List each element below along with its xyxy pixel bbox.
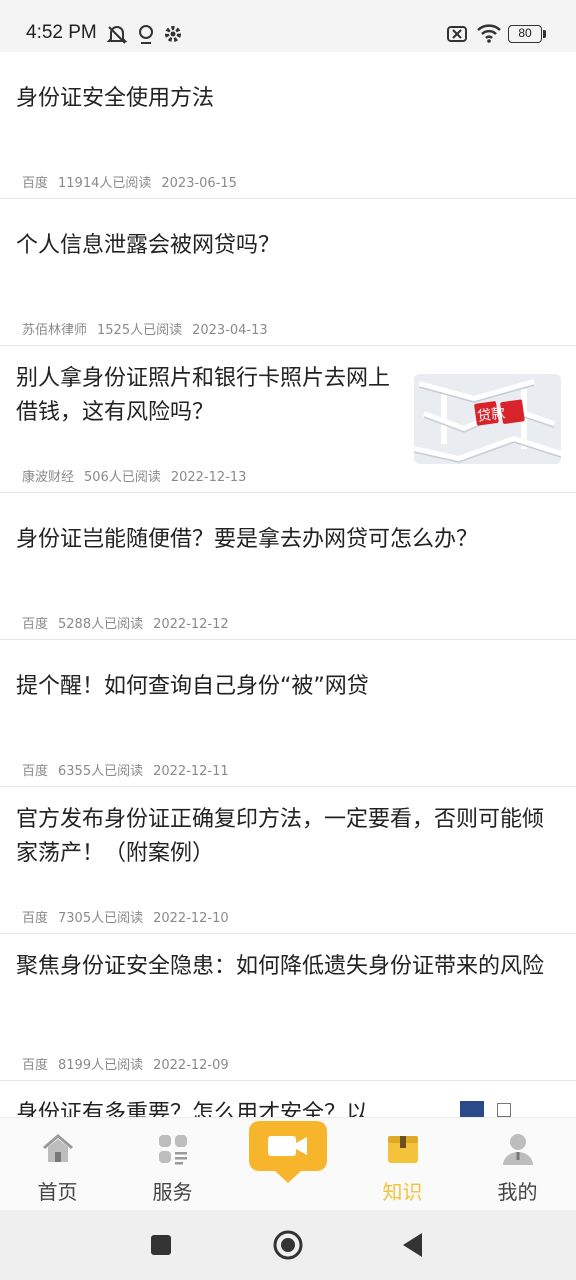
article-meta: 百度 8199人已阅读 2022-12-09 (22, 1054, 239, 1073)
battery-level: 80 (518, 26, 532, 40)
article-item[interactable]: 个人信息泄露会被网贷吗？ 苏佰林律师 1525人已阅读 2023-04-13 (0, 199, 576, 346)
article-source: 百度 (22, 764, 49, 779)
article-thumbnail (460, 1101, 484, 1117)
status-time: 4:52 PM (26, 22, 97, 43)
article-thumbnail (497, 1103, 511, 1117)
article-reads: 506人已阅读 (84, 470, 161, 485)
system-nav-bar (0, 1210, 576, 1280)
article-title: 聚焦身份证安全隐患：如何降低遗失身份证带来的风险 (16, 954, 545, 979)
article-source: 百度 (22, 617, 49, 632)
battery-icon: 80 (508, 25, 542, 43)
wifi-icon (477, 24, 501, 43)
profile-icon (503, 1134, 533, 1165)
article-thumbnail: 贷款 (414, 374, 561, 464)
tab-label: 首页 (37, 1180, 78, 1204)
article-item[interactable]: 身份证岂能随便借？要是拿去办网贷可怎么办？ 百度 5288人已阅读 2022-12-… (0, 493, 576, 640)
article-item[interactable]: 别人拿身份证照片和银行卡照片去网上借钱，这有风险吗？ 贷款 康波财经 506人已… (0, 346, 576, 493)
article-meta: 康波财经 506人已阅读 2022-12-13 (22, 466, 256, 485)
article-meta: 百度 6355人已阅读 2022-12-11 (22, 760, 239, 779)
article-title: 身份证有多重要？怎么用才安全？以 (16, 1101, 369, 1117)
knowledge-box-icon (388, 1136, 418, 1163)
article-title: 提个醒！如何查询自己身份“被”网贷 (16, 674, 369, 699)
home-circle-icon[interactable] (271, 1228, 305, 1262)
video-camera-icon[interactable] (249, 1121, 327, 1185)
article-title: 身份证安全使用方法 (16, 86, 215, 111)
status-bar: 4:52 PM 80 (0, 0, 576, 52)
article-source: 百度 (22, 911, 49, 926)
article-item[interactable]: 身份证有多重要？怎么用才安全？以 (0, 1081, 576, 1117)
tab-label: 知识 (382, 1180, 423, 1204)
article-reads: 6355人已阅读 (58, 764, 144, 779)
battery-tip (543, 30, 546, 38)
article-item[interactable]: 身份证安全使用方法 百度 11914人已阅读 2023-06-15 (0, 52, 576, 199)
article-item[interactable]: 聚焦身份证安全隐患：如何降低遗失身份证带来的风险 百度 8199人已阅读 2022-… (0, 934, 576, 1081)
article-item[interactable]: 官方发布身份证正确复印方法，一定要看，否则可能倾家荡产！（附案例） 百度 7305… (0, 787, 576, 934)
tab-knowledge[interactable]: 知识 (345, 1118, 460, 1211)
location-icon (139, 25, 153, 44)
article-title: 别人拿身份证照片和银行卡照片去网上借钱，这有风险吗？ (16, 366, 391, 425)
sim-off-icon (447, 26, 467, 42)
tab-services[interactable]: 服务 (115, 1118, 230, 1211)
tab-label: 服务 (152, 1180, 193, 1204)
article-meta: 百度 5288人已阅读 2022-12-12 (22, 613, 239, 632)
tab-profile[interactable]: 我的 (460, 1118, 575, 1211)
article-reads: 5288人已阅读 (58, 617, 144, 632)
article-title: 个人信息泄露会被网贷吗？ (16, 233, 281, 258)
article-source: 百度 (22, 1058, 49, 1073)
article-meta: 百度 11914人已阅读 2023-06-15 (22, 172, 247, 191)
services-icon (159, 1135, 187, 1165)
mute-icon (106, 26, 128, 44)
bottom-tab-bar: 首页 服务 知识 我的 (0, 1117, 576, 1210)
home-icon (43, 1134, 73, 1162)
article-source: 百度 (22, 176, 49, 191)
article-date: 2023-04-13 (192, 323, 268, 338)
article-reads: 7305人已阅读 (58, 911, 144, 926)
article-date: 2022-12-10 (153, 911, 229, 926)
article-date: 2022-12-13 (170, 470, 247, 485)
tab-home[interactable]: 首页 (0, 1118, 115, 1211)
article-title: 身份证岂能随便借？要是拿去办网贷可怎么办？ (16, 527, 479, 552)
article-meta: 苏佰林律师 1525人已阅读 2023-04-13 (22, 319, 278, 338)
article-date: 2022-12-12 (153, 617, 229, 632)
article-date: 2022-12-11 (153, 764, 229, 779)
article-reads: 8199人已阅读 (58, 1058, 144, 1073)
article-source: 苏佰林律师 (22, 323, 88, 338)
article-reads: 1525人已阅读 (97, 323, 183, 338)
tab-label: 我的 (497, 1180, 538, 1204)
article-feed[interactable]: 身份证安全使用方法 百度 11914人已阅读 2023-06-15 个人信息泄露会被… (0, 52, 576, 1117)
gear-icon (165, 26, 181, 42)
back-triangle-icon[interactable] (396, 1228, 430, 1262)
article-date: 2023-06-15 (161, 176, 237, 191)
article-item[interactable]: 提个醒！如何查询自己身份“被”网贷 百度 6355人已阅读 2022-12-11 (0, 640, 576, 787)
article-source: 康波财经 (22, 470, 75, 485)
article-title: 官方发布身份证正确复印方法，一定要看，否则可能倾家荡产！（附案例） (16, 807, 545, 866)
article-reads: 11914人已阅读 (58, 176, 152, 191)
recents-square-icon[interactable] (144, 1228, 178, 1262)
article-meta: 百度 7305人已阅读 2022-12-10 (22, 907, 239, 926)
article-date: 2022-12-09 (153, 1058, 229, 1073)
